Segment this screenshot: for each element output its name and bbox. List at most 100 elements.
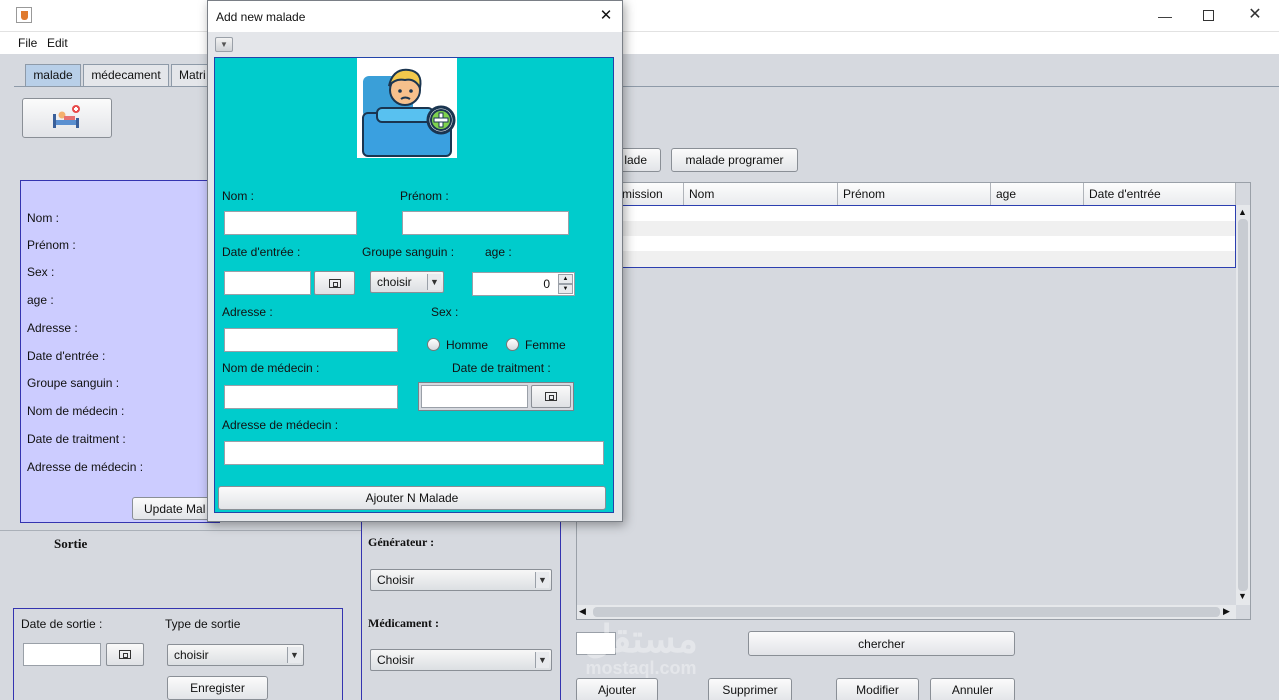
dialog-date-traitement-input[interactable] <box>421 385 528 408</box>
dialog-titlebar: Add new malade ✕ <box>208 1 622 32</box>
type-sortie-value: choisir <box>174 648 209 662</box>
dialog-groupe-sanguin-select[interactable]: choisir ▼ <box>370 271 444 293</box>
calendar-icon <box>119 650 131 659</box>
scroll-right-icon[interactable]: ▶ <box>1223 606 1230 617</box>
scroll-down-icon[interactable]: ▼ <box>1238 591 1247 601</box>
supprimer-button[interactable]: Supprimer <box>708 678 792 700</box>
table-row[interactable] <box>578 221 1235 236</box>
table-row[interactable] <box>578 236 1235 251</box>
calendar-icon <box>328 278 341 288</box>
spinner-down-icon[interactable]: ▼ <box>558 284 573 294</box>
vertical-scrollbar[interactable]: ▲ ▼ <box>1236 205 1250 605</box>
type-sortie-select[interactable]: choisir ▼ <box>167 644 304 666</box>
column-header-date-entree[interactable]: Date d'entrée <box>1084 183 1236 205</box>
main-titlebar: — ✕ <box>0 0 1279 32</box>
modifier-button[interactable]: Modifier <box>836 678 919 700</box>
dialog-date-entree-input[interactable] <box>224 271 311 295</box>
dialog-form-panel: Nom : Prénom : Date d'entrée : Groupe sa… <box>214 57 614 513</box>
radio-femme-label[interactable]: Femme <box>525 338 566 352</box>
medicament-value: Choisir <box>377 653 415 667</box>
spinner-up-icon[interactable]: ▲ <box>558 274 573 284</box>
radio-femme[interactable] <box>506 338 519 351</box>
hospital-bed-icon <box>53 105 80 128</box>
generateur-value: Choisir <box>377 573 415 587</box>
dropdown-arrow-icon: ▼ <box>427 274 441 290</box>
info-label-date-traitement: Date de traitment : <box>27 432 126 446</box>
date-sortie-input[interactable] <box>23 643 101 666</box>
dialog-prenom-input[interactable] <box>402 211 569 235</box>
annuler-button[interactable]: Annuler <box>930 678 1015 700</box>
tab-medecament[interactable]: médecament <box>83 64 169 86</box>
column-header-nom[interactable]: Nom <box>684 183 838 205</box>
dialog-age-spinner[interactable]: 0 ▲ ▼ <box>472 272 575 296</box>
info-label-sex: Sex : <box>27 265 55 279</box>
info-label-adresse: Adresse : <box>27 321 78 335</box>
malade-programer-button[interactable]: malade programer <box>671 148 798 172</box>
column-header-age[interactable]: age <box>991 183 1084 205</box>
calendar-icon <box>545 392 557 401</box>
dialog-sex-label: Sex : <box>431 305 459 319</box>
ajouter-nouveau-malade-button[interactable]: Ajouter N Malade <box>218 486 606 510</box>
tab-content-border <box>14 86 1279 87</box>
generateur-select[interactable]: Choisir ▼ <box>370 569 552 591</box>
dialog-prenom-label: Prénom : <box>400 189 449 203</box>
minimize-icon[interactable]: — <box>1150 8 1180 24</box>
dialog-title: Add new malade <box>216 10 306 24</box>
menu-file[interactable]: File <box>18 36 37 50</box>
chercher-button[interactable]: chercher <box>748 631 1015 656</box>
malade-table: mission Nom Prénom age Date d'entrée ▲ ▼… <box>576 182 1251 620</box>
scroll-up-icon[interactable]: ▲ <box>1238 207 1247 217</box>
maximize-icon[interactable] <box>1196 8 1220 24</box>
age-value: 0 <box>543 277 550 291</box>
scroll-thumb[interactable] <box>1238 219 1248 591</box>
column-header-prenom[interactable]: Prénom <box>838 183 991 205</box>
radio-homme-label[interactable]: Homme <box>446 338 488 352</box>
table-row[interactable] <box>578 251 1235 267</box>
close-window-icon[interactable]: ✕ <box>1240 4 1270 24</box>
sick-patient-illustration <box>357 58 457 158</box>
menu-edit[interactable]: Edit <box>47 36 68 50</box>
dialog-adresse-input[interactable] <box>224 328 398 352</box>
date-sortie-calendar-button[interactable] <box>106 643 144 666</box>
dialog-adresse-medecin-input[interactable] <box>224 441 604 465</box>
dialog-nom-medecin-label: Nom de médecin : <box>222 361 320 375</box>
dialog-nom-medecin-input[interactable] <box>224 385 398 409</box>
dialog-adresse-medecin-label: Adresse de médecin : <box>222 418 339 432</box>
dialog-date-traitement-label: Date de traitment : <box>452 361 551 375</box>
dialog-date-entree-label: Date d'entrée : <box>222 245 301 259</box>
table-rows[interactable] <box>577 205 1236 268</box>
table-header: mission Nom Prénom age Date d'entrée <box>577 183 1236 205</box>
add-malade-icon-button[interactable] <box>22 98 112 138</box>
info-label-groupe-sanguin: Groupe sanguin : <box>27 376 120 390</box>
info-label-age: age : <box>27 293 54 307</box>
dialog-date-traitement-calendar-button[interactable] <box>531 385 571 408</box>
scroll-left-icon[interactable]: ◀ <box>579 606 586 617</box>
info-label-adresse-medecin: Adresse de médecin : <box>27 460 144 474</box>
info-label-nom: Nom : <box>27 211 60 225</box>
horizontal-scrollbar[interactable]: ◀ ▶ <box>577 605 1236 619</box>
java-app-icon <box>16 7 32 23</box>
medicament-select[interactable]: Choisir ▼ <box>370 649 552 671</box>
enregister-button[interactable]: Enregister <box>167 676 268 700</box>
radio-homme[interactable] <box>427 338 440 351</box>
generateur-label: Générateur : <box>368 535 435 549</box>
dropdown-arrow-icon: ▼ <box>535 652 549 668</box>
dialog-close-icon[interactable]: ✕ <box>596 6 616 26</box>
info-label-prenom: Prénom : <box>27 238 76 252</box>
dialog-date-entree-calendar-button[interactable] <box>314 271 355 295</box>
groupe-sanguin-value: choisir <box>377 275 412 289</box>
tab-matriel[interactable]: Matri <box>171 64 211 86</box>
medicament-label: Médicament : <box>368 616 439 630</box>
menubar: File Edit <box>0 32 1279 54</box>
info-label-date-entree: Date d'entrée : <box>27 349 106 363</box>
dialog-nom-input[interactable] <box>224 211 357 235</box>
watermark-logo: مستقل mostaql.com <box>584 619 698 678</box>
left-separator <box>0 530 362 531</box>
table-row[interactable] <box>578 206 1235 221</box>
dialog-collapse-icon[interactable]: ▼ <box>215 37 233 52</box>
add-malade-dialog: Add new malade ✕ ▼ Nom : Prénom : Date d… <box>207 0 623 522</box>
info-label-nom-medecin: Nom de médecin : <box>27 404 125 418</box>
malade-info-panel: Nom : Prénom : Sex : age : Adresse : Dat… <box>20 180 220 523</box>
hscroll-thumb[interactable] <box>593 607 1220 617</box>
tab-malade[interactable]: malade <box>25 64 81 86</box>
